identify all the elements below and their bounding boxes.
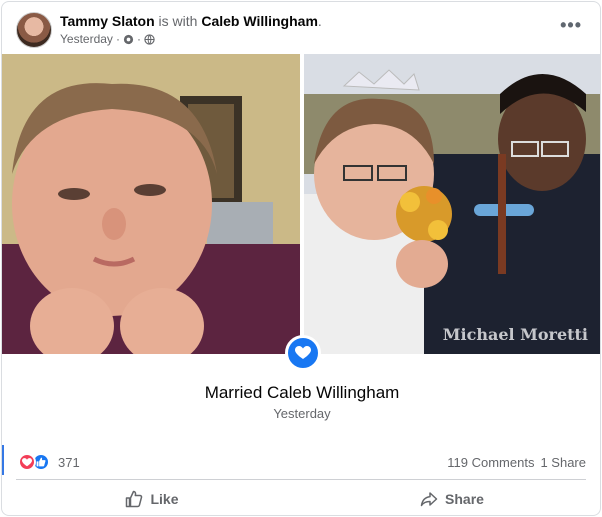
reaction-summary[interactable]: 371 [18, 453, 80, 471]
author-line: Tammy Slaton is with Caleb Willingham. [60, 13, 322, 29]
actions-divider [16, 479, 586, 480]
event-date: Yesterday [273, 406, 331, 421]
tagged-name[interactable]: Caleb Willingham [201, 13, 318, 29]
life-event-badge [285, 335, 321, 371]
photo-left[interactable] [2, 54, 300, 354]
author-name[interactable]: Tammy Slaton [60, 13, 155, 29]
author-avatar[interactable] [16, 12, 52, 48]
post-timestamp[interactable]: Yesterday [60, 32, 113, 46]
left-accent-bar [2, 445, 4, 475]
love-reaction-icon [18, 453, 36, 471]
post-card: Tammy Slaton is with Caleb Willingham. Y… [1, 1, 601, 516]
action-bar: Like Share [2, 482, 600, 515]
share-button[interactable]: Share [302, 482, 600, 515]
post-meta: Yesterday · · [60, 32, 155, 46]
wedding-photo-icon [304, 54, 600, 354]
settings-icon[interactable] [123, 34, 134, 45]
portrait-photo-icon [2, 54, 300, 354]
shares-count[interactable]: 1 Share [540, 455, 586, 470]
share-arrow-icon [420, 492, 438, 507]
like-label: Like [150, 491, 179, 507]
meta-separator: · [115, 32, 120, 46]
like-button[interactable]: Like [2, 482, 302, 515]
event-title[interactable]: Married Caleb Willingham [2, 383, 600, 403]
photo-grid: Michael Moretti [2, 54, 600, 354]
photo-right[interactable]: Michael Moretti [304, 54, 600, 354]
globe-icon[interactable] [144, 33, 155, 45]
period: . [317, 13, 322, 29]
share-label: Share [445, 491, 484, 507]
with-text: is with [158, 13, 198, 29]
meta-separator-2: · [136, 32, 141, 46]
photo-watermark: Michael Moretti [442, 325, 588, 344]
reaction-count: 371 [58, 454, 80, 470]
engagement-counts: 119 Comments 1 Share [447, 455, 586, 470]
more-options-button[interactable]: ••• [560, 16, 582, 34]
post-header: Tammy Slaton is with Caleb Willingham. Y… [2, 2, 600, 54]
heart-badge-icon [295, 346, 311, 359]
thumbs-up-icon [126, 490, 143, 508]
comments-count[interactable]: 119 Comments [447, 455, 534, 470]
